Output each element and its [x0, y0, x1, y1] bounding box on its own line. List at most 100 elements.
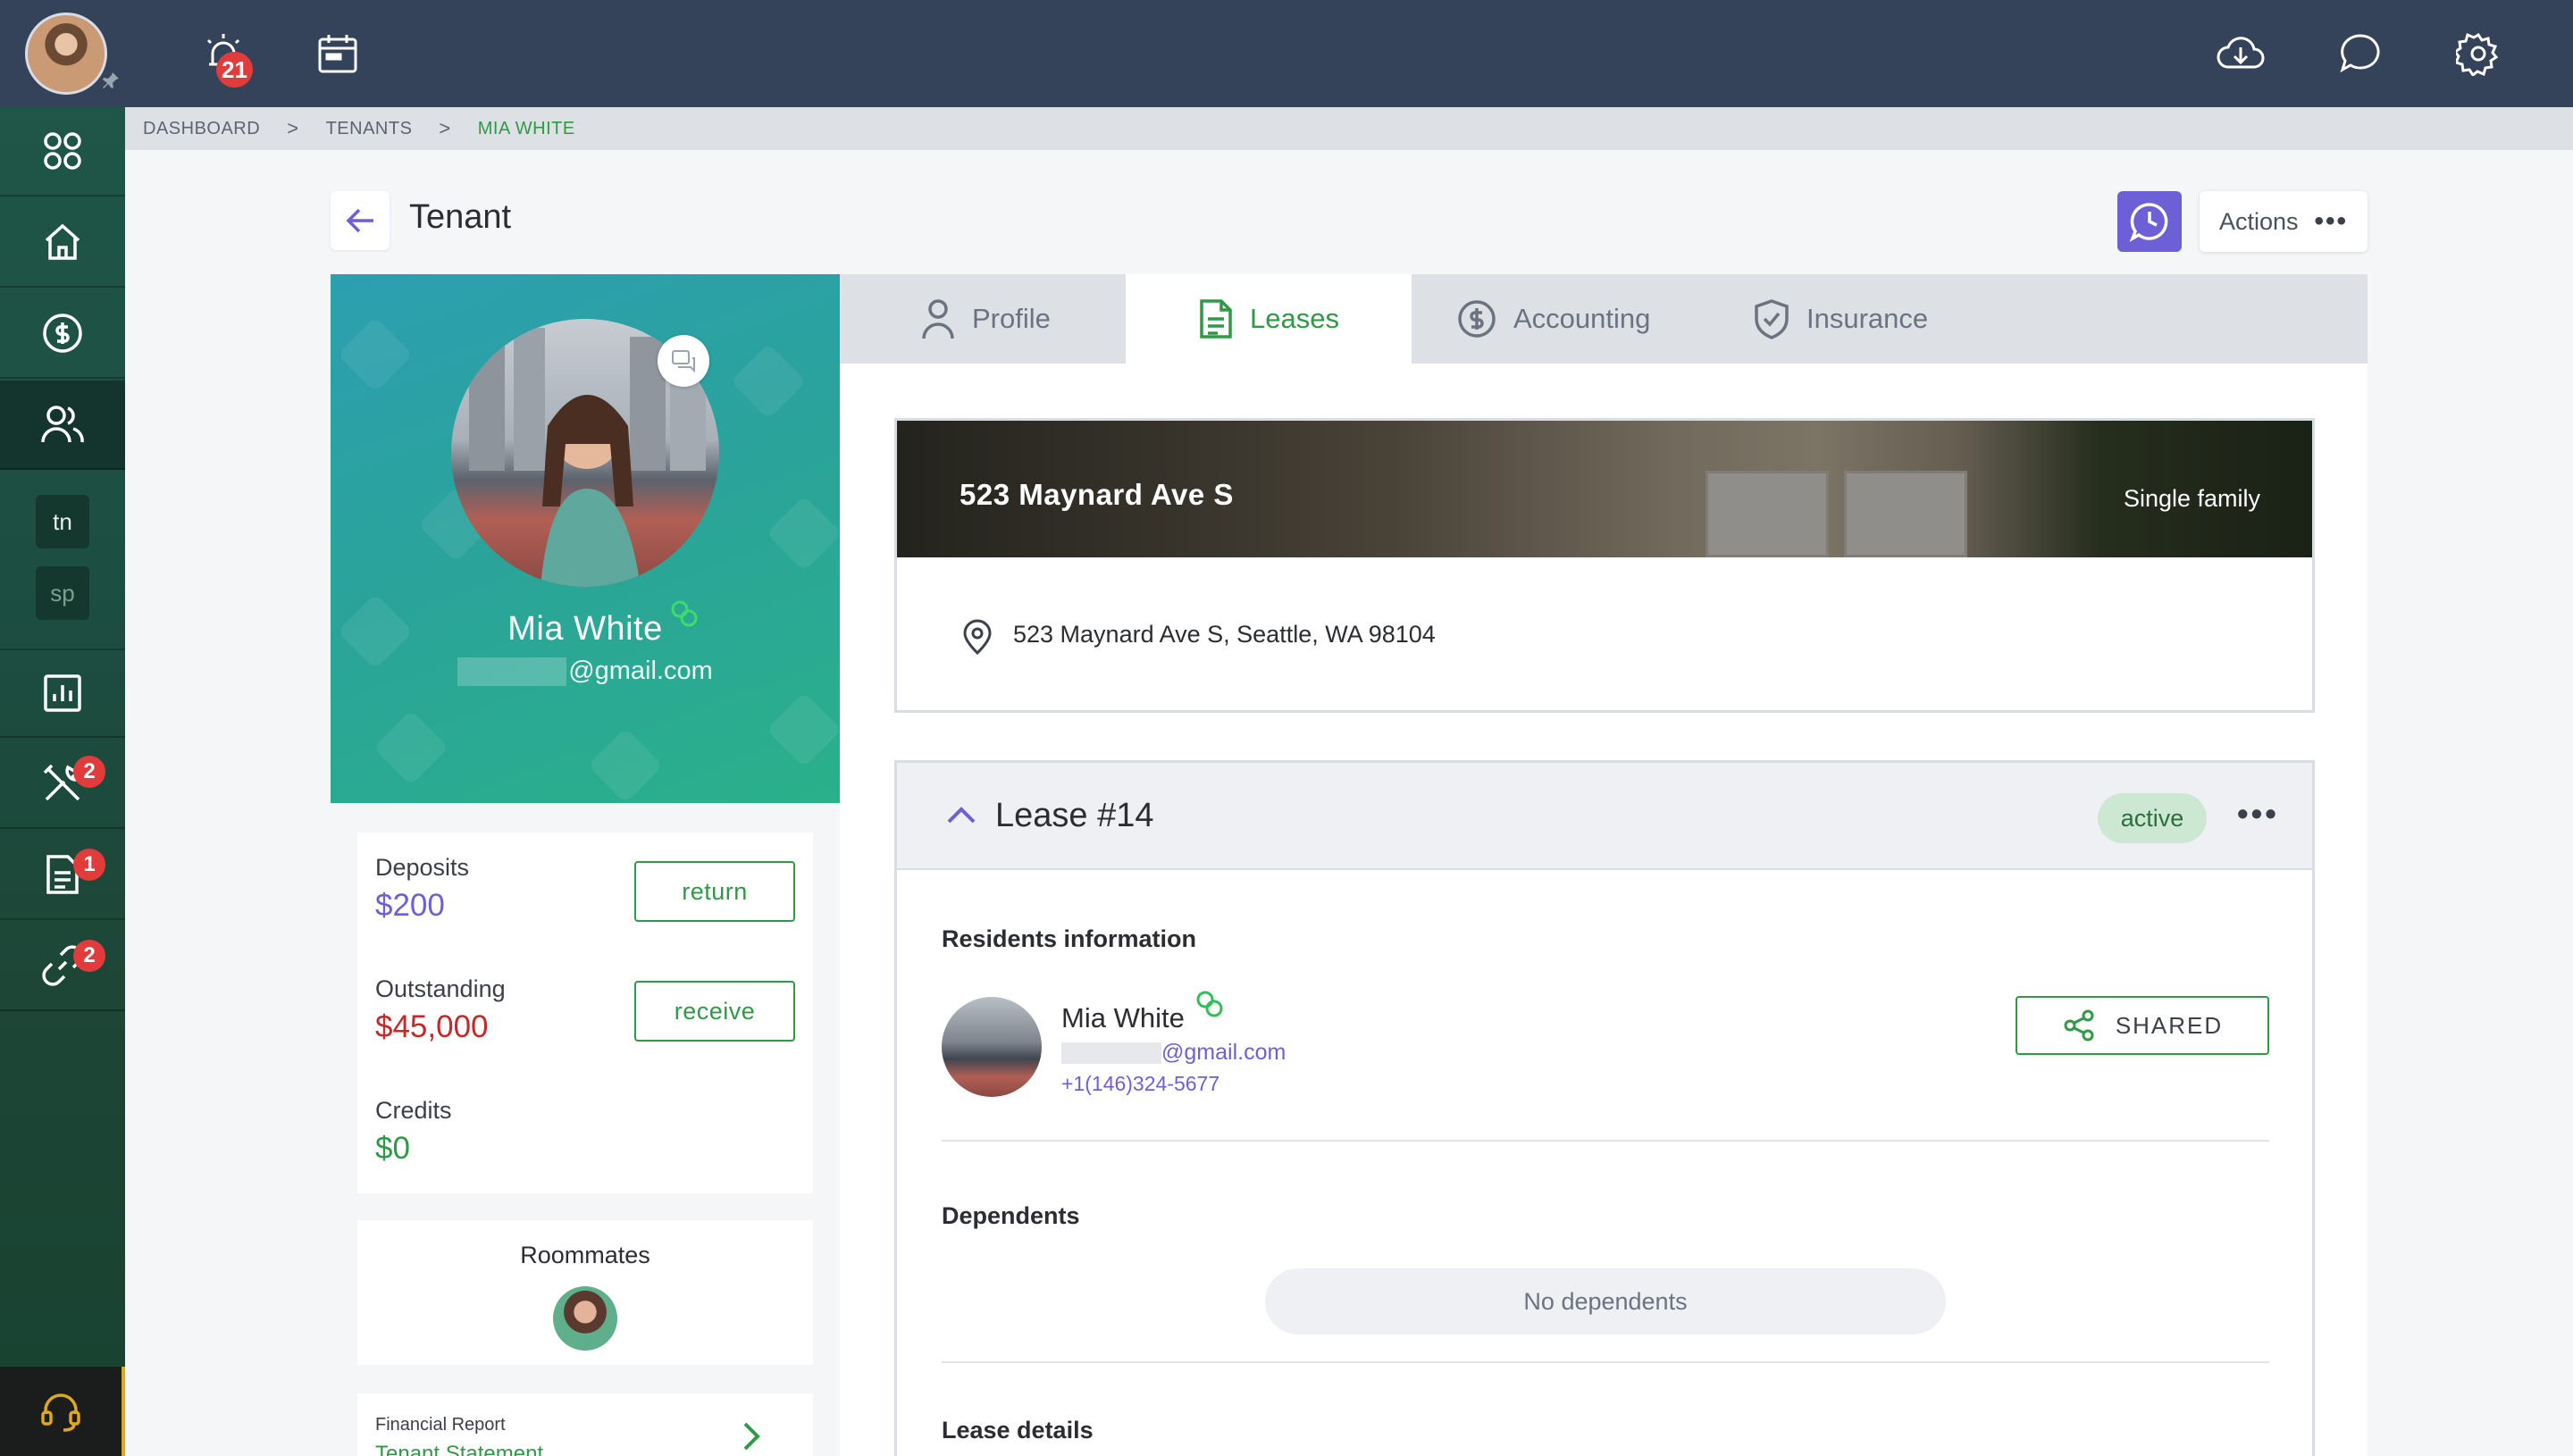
user-avatar[interactable]: [25, 13, 107, 95]
tab-insurance[interactable]: Insurance: [1753, 274, 1928, 364]
sidebar-item-apps[interactable]: [0, 107, 125, 197]
property-address: 523 Maynard Ave S, Seattle, WA 98104: [1013, 621, 1436, 648]
sidebar-item-sp[interactable]: sp: [36, 566, 89, 620]
chat-icon[interactable]: [2332, 25, 2389, 82]
top-bar: 21: [0, 0, 2573, 107]
property-name: 523 Maynard Ave S: [960, 478, 1234, 511]
tenant-email-domain: @gmail.com: [568, 657, 713, 685]
financial-report-card[interactable]: Financial Report Tenant Statement: [357, 1393, 813, 1456]
redacted-email-prefix: [1061, 1042, 1161, 1065]
return-deposit-button[interactable]: return: [634, 861, 795, 922]
resident-phone[interactable]: +1(146)324-5677: [1061, 1072, 1219, 1096]
chat-bubbles-icon: [672, 350, 695, 372]
section-divider: [942, 1140, 2269, 1142]
actions-menu-button[interactable]: Actions •••: [2200, 191, 2368, 252]
tab-profile-label: Profile: [972, 303, 1051, 334]
sidebar-item-documents[interactable]: 1: [0, 831, 125, 920]
tenant-profile-card: Mia White @gmail.com: [331, 274, 840, 803]
dollar-icon: [1458, 300, 1496, 338]
document-icon: [1200, 299, 1232, 339]
resident-name[interactable]: Mia White: [1061, 1002, 1185, 1034]
breadcrumb-separator: >: [287, 117, 299, 139]
lease-more-menu[interactable]: •••: [2237, 795, 2279, 833]
calendar-icon[interactable]: [309, 25, 366, 82]
resident-email-domain: @gmail.com: [1161, 1040, 1286, 1065]
cloud-download-icon[interactable]: [2212, 25, 2269, 82]
chart-icon: [44, 674, 81, 712]
report-title: Financial Report: [375, 1415, 506, 1435]
decorative-shape: [766, 691, 840, 768]
links-badge: 2: [73, 940, 105, 972]
chevron-up-icon[interactable]: [945, 804, 977, 825]
shared-button[interactable]: SHARED: [2016, 996, 2269, 1055]
linked-account-icon: [671, 600, 698, 627]
sidebar: tn sp 2 1 2: [0, 107, 125, 1456]
person-icon: [922, 299, 954, 339]
history-button[interactable]: [2117, 191, 2182, 252]
credits-value: $0: [375, 1131, 410, 1166]
decorative-shape: [730, 343, 807, 420]
lease-details-title: Lease details: [942, 1417, 1094, 1443]
no-dependents-message: No dependents: [1265, 1268, 1946, 1335]
notification-count-badge: 21: [216, 52, 253, 88]
deposits-label: Deposits: [375, 854, 470, 881]
tenant-email: @gmail.com: [331, 657, 840, 687]
decorative-shape: [373, 709, 449, 786]
share-icon: [2064, 1009, 2094, 1042]
support-button[interactable]: [0, 1367, 125, 1456]
chevron-right-icon: [743, 1422, 760, 1451]
decorative-shape: [337, 316, 414, 393]
lease-card: Lease #14 active ••• Residents informati…: [894, 760, 2315, 1456]
documents-badge: 1: [73, 849, 105, 881]
gear-icon[interactable]: [2450, 25, 2507, 82]
dollar-icon: [43, 314, 82, 353]
sidebar-item-finance[interactable]: [0, 289, 125, 379]
roommate-avatar[interactable]: [553, 1286, 617, 1351]
outstanding-value: $45,000: [375, 1009, 489, 1044]
balances-card: Deposits $200 return Outstanding $45,000…: [357, 833, 813, 1193]
property-banner-image: 523 Maynard Ave S Single family: [897, 421, 2312, 557]
tab-accounting[interactable]: Accounting: [1456, 274, 1650, 364]
sidebar-item-maintenance[interactable]: 2: [0, 740, 125, 829]
property-type: Single family: [2123, 485, 2260, 512]
alarm-icon[interactable]: 21: [195, 25, 253, 88]
section-divider: [942, 1361, 2269, 1363]
roommates-card: Roommates: [357, 1220, 813, 1365]
tab-insurance-label: Insurance: [1806, 303, 1929, 334]
home-icon: [45, 223, 80, 260]
report-subtitle: Tenant Statement: [375, 1442, 544, 1456]
tab-profile[interactable]: Profile: [920, 274, 1051, 364]
lease-title: Lease #14: [995, 797, 1154, 834]
receive-payment-button[interactable]: receive: [634, 981, 795, 1042]
tab-leases[interactable]: Leases: [1126, 274, 1412, 364]
maintenance-badge: 2: [73, 756, 105, 788]
lease-header[interactable]: Lease #14 active •••: [897, 763, 2312, 870]
message-button[interactable]: [658, 335, 709, 387]
outstanding-label: Outstanding: [375, 975, 506, 1002]
page-title: Tenant: [409, 198, 512, 236]
property-card[interactable]: 523 Maynard Ave S Single family 523 Mayn…: [894, 418, 2315, 713]
tenant-name: Mia White: [507, 610, 663, 648]
decorative-shape: [587, 727, 664, 803]
sidebar-item-tn[interactable]: tn: [36, 495, 89, 548]
sidebar-item-home[interactable]: [0, 198, 125, 288]
more-dots-icon: •••: [2314, 206, 2349, 236]
linked-account-icon: [1196, 991, 1223, 1017]
resident-avatar: [942, 997, 1042, 1097]
breadcrumb-tenants[interactable]: TENANTS: [326, 119, 413, 139]
apps-grid-icon: [44, 132, 81, 170]
sidebar-item-reports[interactable]: [0, 649, 125, 738]
back-button[interactable]: [331, 191, 390, 250]
breadcrumb-dashboard[interactable]: DASHBOARD: [143, 119, 260, 139]
roommates-title: Roommates: [520, 1242, 650, 1268]
sidebar-item-links[interactable]: 2: [0, 922, 125, 1011]
users-icon: [41, 406, 84, 443]
decorative-shape: [766, 495, 840, 572]
redacted-email-prefix: [457, 657, 567, 687]
resident-email[interactable]: @gmail.com: [1061, 1040, 1286, 1066]
tab-bar: Profile Leases Accounting Insurance: [840, 274, 2368, 364]
breadcrumb: DASHBOARD > TENANTS > MIA WHITE: [125, 107, 2573, 150]
sidebar-item-tenants[interactable]: [0, 381, 125, 470]
shield-icon: [1755, 299, 1789, 339]
headset-icon: [41, 1393, 80, 1432]
